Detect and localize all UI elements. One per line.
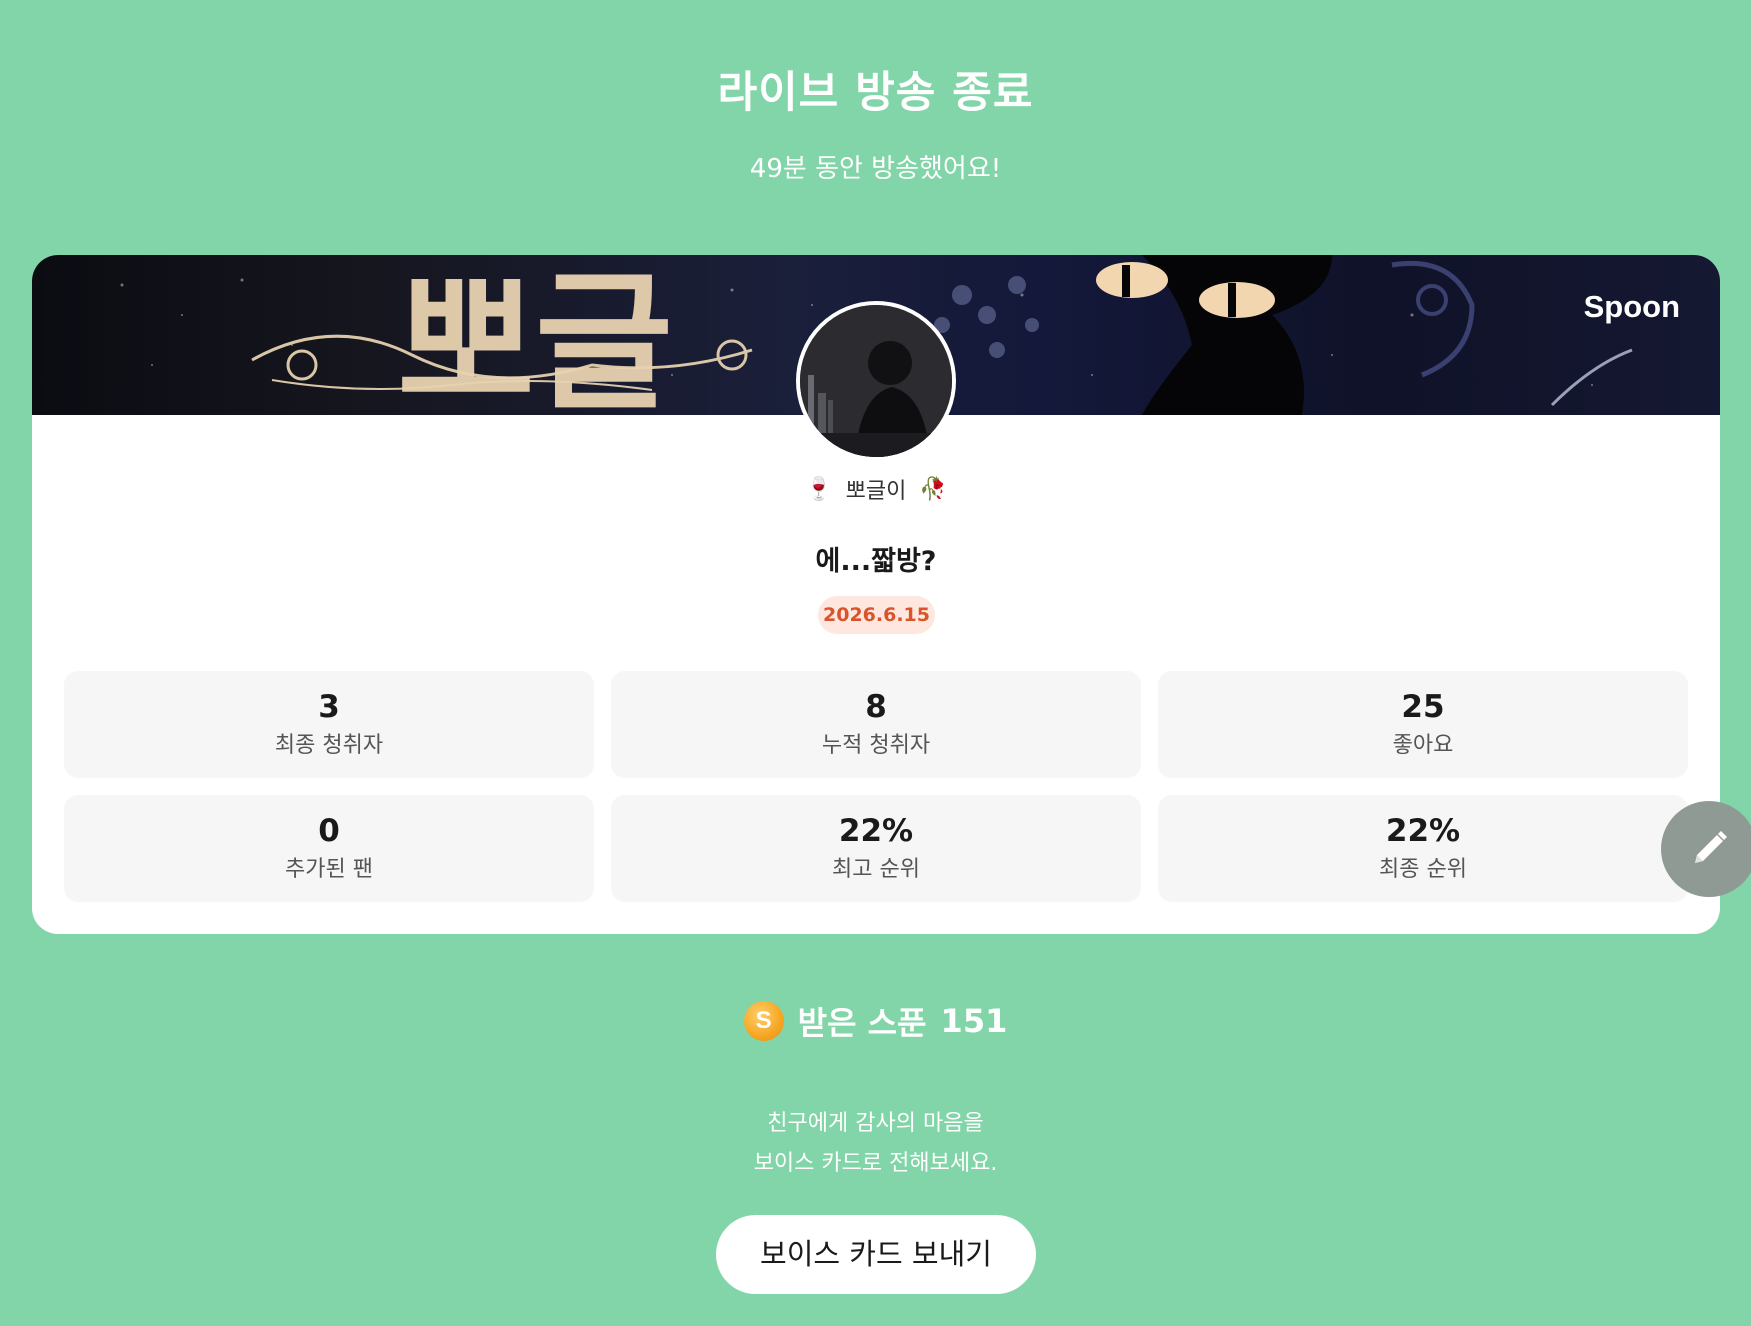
spoon-logo: Spoon [1583, 289, 1680, 324]
avatar[interactable] [796, 301, 956, 461]
stat-label: 최고 순위 [832, 857, 920, 882]
live-title: 에...짧방? [815, 546, 937, 577]
thanks-message-line1: 친구에게 감사의 마음을 [767, 1111, 984, 1136]
spoon-coin-icon: S [743, 1001, 784, 1041]
stat-value: 22% [838, 813, 914, 849]
stat-new-fans: 0 추가된 팬 [64, 795, 594, 902]
received-spoons-count: 151 [940, 1002, 1008, 1040]
thanks-message-line2: 보이스 카드로 전해보세요. [753, 1151, 998, 1176]
stat-label: 최종 청취자 [274, 733, 384, 758]
received-spoons: S 받은 스푼 151 [0, 998, 1751, 1044]
stat-value: 22% [1385, 813, 1461, 849]
summary-card: 뽀글 Spoon 🍷 뽀글이 🥀 에...짧방? 2026.6.15 3 최종 … [32, 255, 1720, 934]
stat-value: 3 [318, 689, 340, 725]
wilted-rose-icon: 🥀 [919, 476, 947, 502]
svg-text:뽀글: 뽀글 [397, 255, 673, 415]
stat-value: 0 [318, 813, 340, 849]
stat-label: 추가된 팬 [285, 857, 373, 882]
broadcast-duration: 49분 동안 방송했어요! [749, 154, 1002, 184]
wine-glass-icon: 🍷 [805, 476, 833, 502]
stats-grid: 3 최종 청취자 8 누적 청취자 25 좋아요 0 추가된 팬 22% 최고 … [64, 671, 1688, 902]
page-title: 라이브 방송 종료 [717, 68, 1034, 118]
send-voice-card-button[interactable]: 보이스 카드 보내기 [716, 1215, 1036, 1294]
edit-fab-button[interactable] [1661, 801, 1751, 897]
stat-likes: 25 좋아요 [1158, 671, 1688, 778]
stat-label: 누적 청취자 [821, 733, 931, 758]
stat-best-rank: 22% 최고 순위 [611, 795, 1141, 902]
nickname-row[interactable]: 🍷 뽀글이 🥀 [32, 473, 1720, 505]
stat-value: 25 [1401, 689, 1445, 725]
stat-value: 8 [865, 689, 887, 725]
avatar-image [800, 305, 952, 457]
received-spoons-label: 받은 스푼 [797, 1004, 927, 1042]
stat-label: 최종 순위 [1379, 857, 1467, 882]
stat-final-listeners: 3 최종 청취자 [64, 671, 594, 778]
stat-final-rank: 22% 최종 순위 [1158, 795, 1688, 902]
thanks-message: 친구에게 감사의 마음을 보이스 카드로 전해보세요. [0, 1104, 1751, 1184]
nickname: 뽀글이 [845, 479, 907, 504]
date-badge: 2026.6.15 [818, 596, 935, 634]
stat-label: 좋아요 [1392, 733, 1454, 758]
stat-total-listeners: 8 누적 청취자 [611, 671, 1141, 778]
pencil-icon [1695, 831, 1727, 863]
live-end-screen: 라이브 방송 종료 49분 동안 방송했어요! 뽀글 Spoon 🍷 뽀글이 🥀… [0, 0, 1751, 1326]
